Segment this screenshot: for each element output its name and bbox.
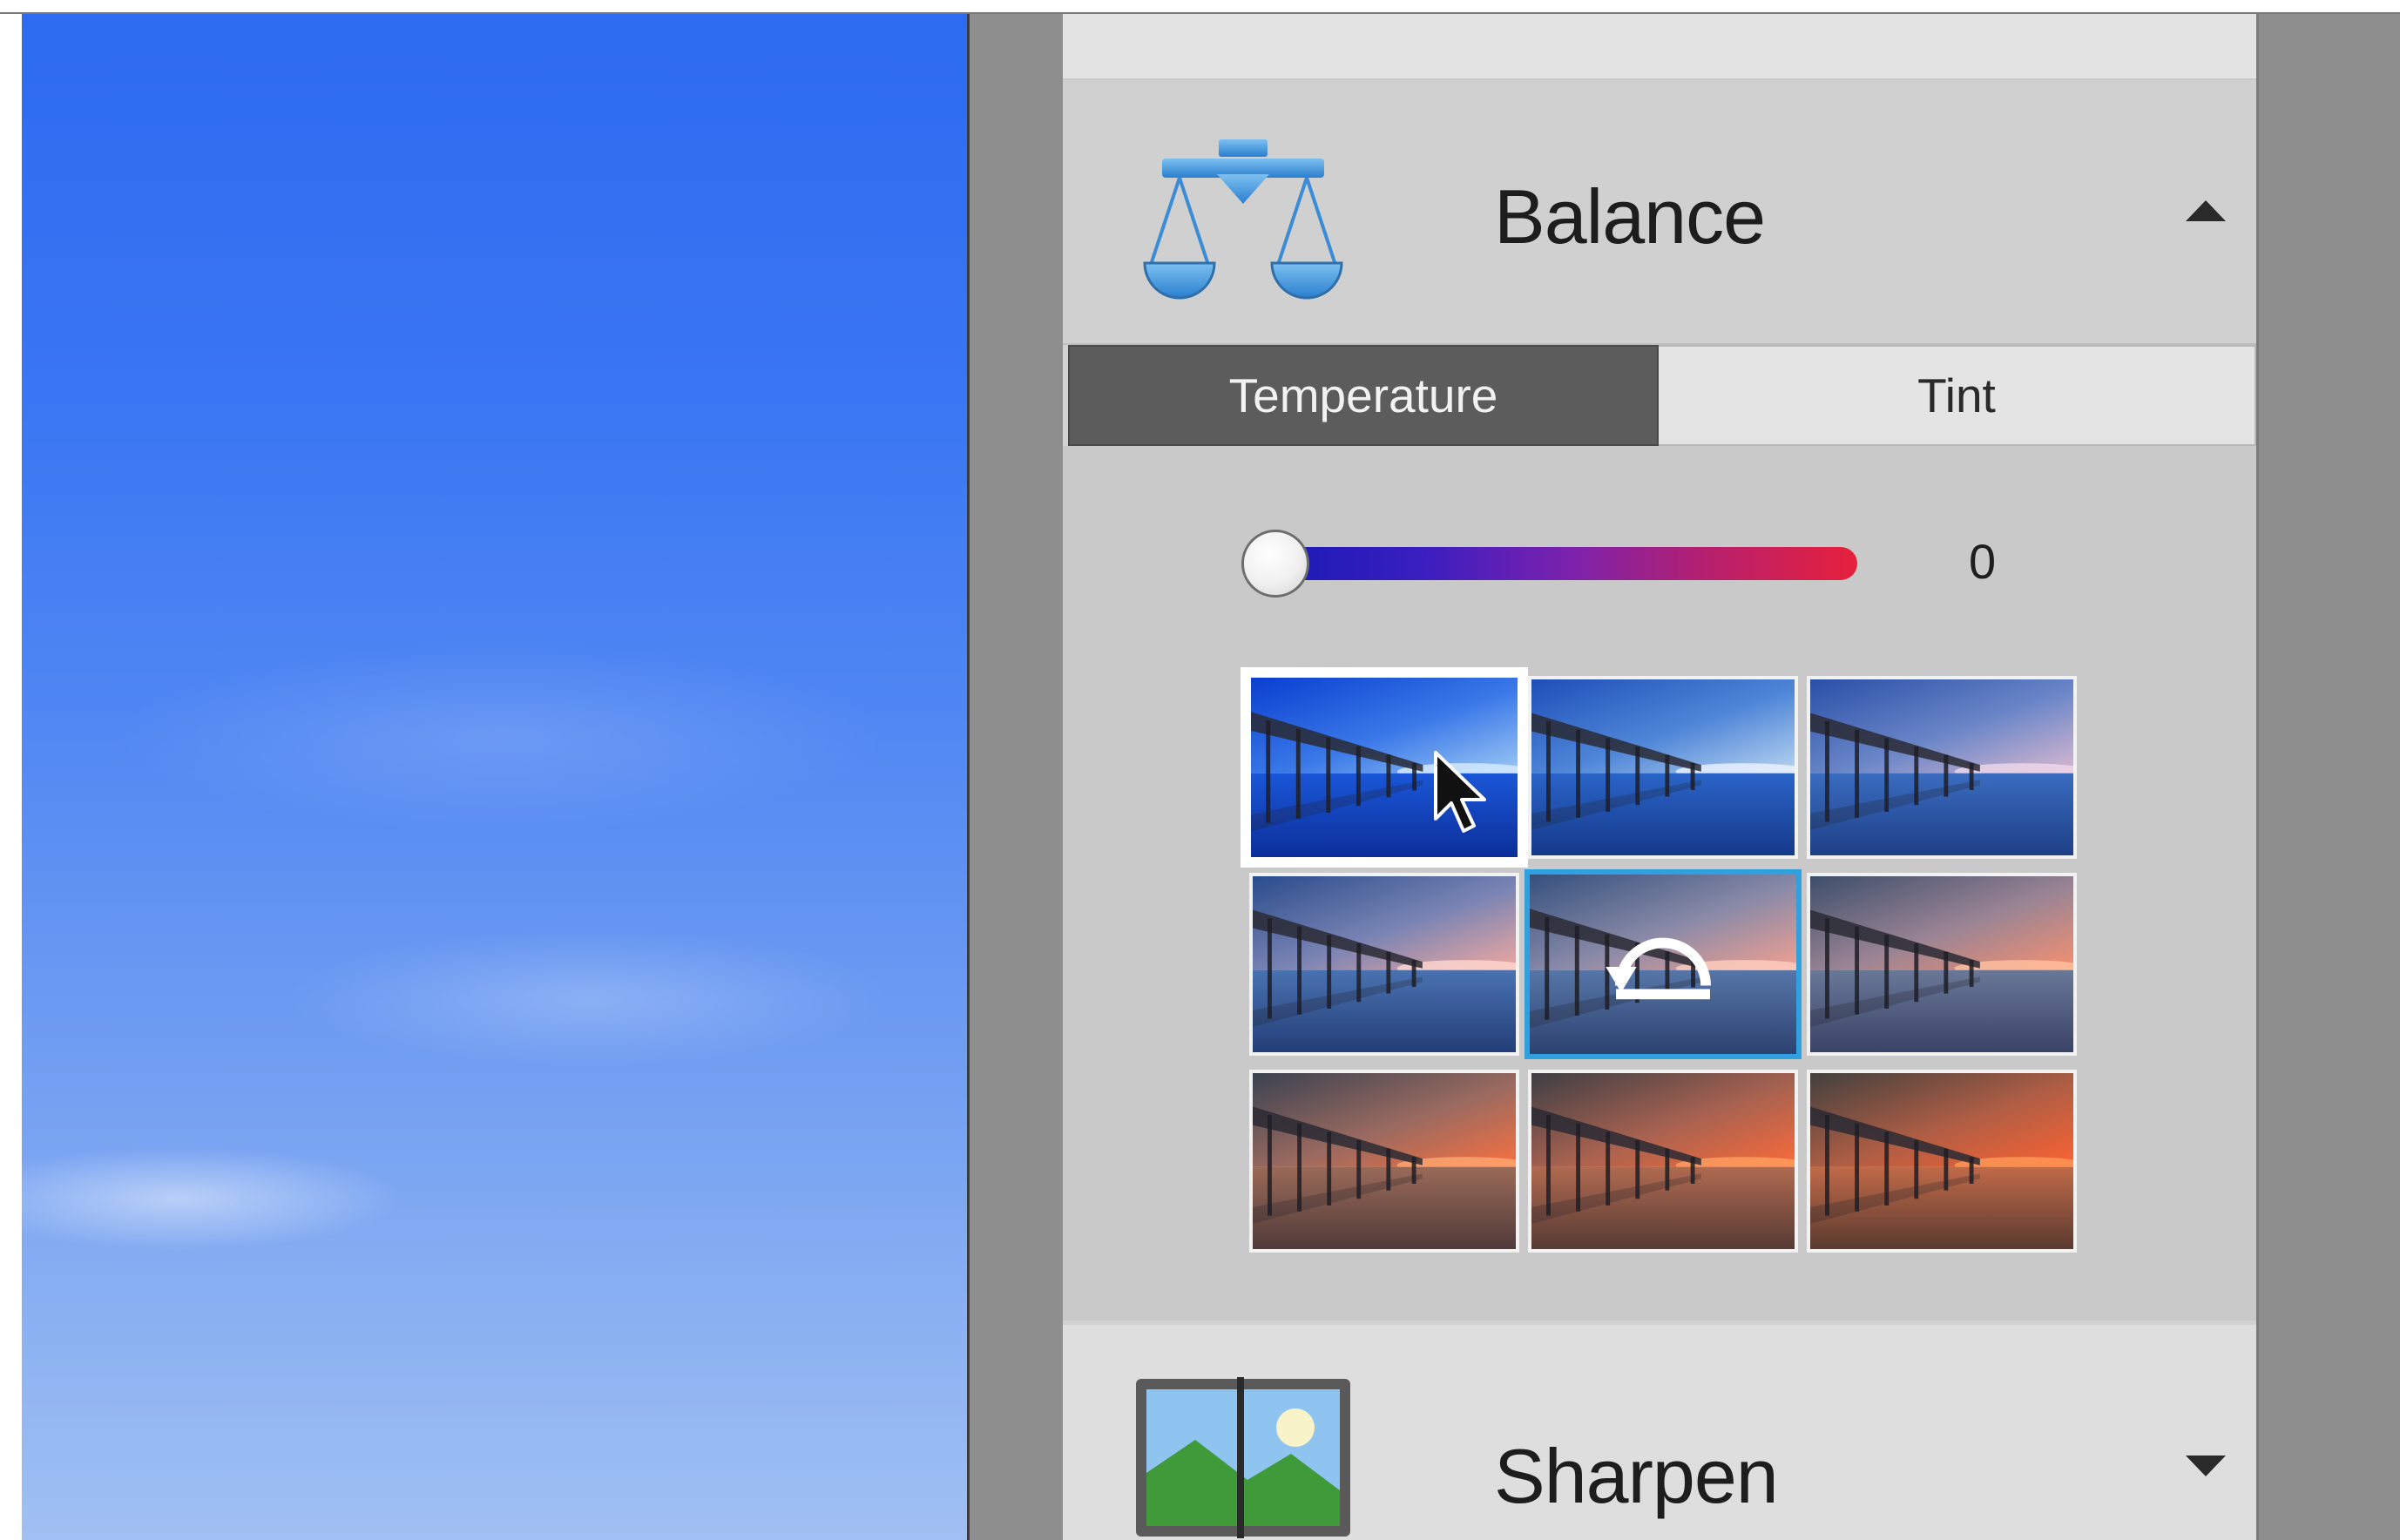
temperature-preset-grid xyxy=(1237,664,2082,1273)
right-edge-strip xyxy=(2256,14,2400,1540)
sharpen-expand-button[interactable] xyxy=(2180,1449,2232,1483)
temperature-slider-handle[interactable] xyxy=(1241,530,1309,598)
preset-thumbnail[interactable] xyxy=(1807,1070,2077,1253)
preset-thumbnail[interactable] xyxy=(1249,1070,1519,1253)
tab-temperature[interactable]: Temperature xyxy=(1068,345,1659,446)
balance-title: Balance xyxy=(1494,173,1766,260)
preset-thumbnail[interactable] xyxy=(1528,676,1798,859)
sharpen-title: Sharpen xyxy=(1494,1433,1779,1519)
sky-cloud xyxy=(283,929,893,1068)
tab-tint[interactable]: Tint xyxy=(1659,345,2256,446)
temperature-slider-track[interactable] xyxy=(1276,547,1857,580)
chevron-down-icon xyxy=(2186,1456,2226,1476)
preset-thumbnail[interactable] xyxy=(1241,667,1528,868)
adjustments-panel: Balance Temperature Tint 0 Sharpen xyxy=(1063,14,2256,1540)
temperature-controls: 0 xyxy=(1063,446,2256,1320)
image-canvas[interactable] xyxy=(22,14,967,1540)
panel-gutter xyxy=(967,14,1063,1540)
chevron-up-icon xyxy=(2186,200,2226,221)
window-top-edge xyxy=(0,0,2400,14)
balance-section-header[interactable]: Balance xyxy=(1063,80,2256,345)
sharpen-image-icon xyxy=(1136,1377,1350,1538)
temperature-value: 0 xyxy=(1969,534,1997,589)
preset-thumbnail[interactable] xyxy=(1528,1070,1798,1253)
preset-thumbnail[interactable] xyxy=(1807,873,2077,1056)
sky-cloud xyxy=(109,641,893,833)
panel-top-band xyxy=(1063,14,2256,80)
preset-thumbnail[interactable] xyxy=(1525,869,1802,1059)
sharpen-section-header[interactable]: Sharpen xyxy=(1063,1325,2256,1540)
reset-arrow-icon xyxy=(1606,937,1711,1000)
sky-cloud xyxy=(22,1146,405,1251)
balance-tabs: Temperature Tint xyxy=(1068,345,2256,446)
balance-scale-icon xyxy=(1143,139,1343,300)
preset-thumbnail[interactable] xyxy=(1807,676,2077,859)
preset-thumbnail[interactable] xyxy=(1249,873,1519,1056)
balance-collapse-button[interactable] xyxy=(2180,193,2232,228)
